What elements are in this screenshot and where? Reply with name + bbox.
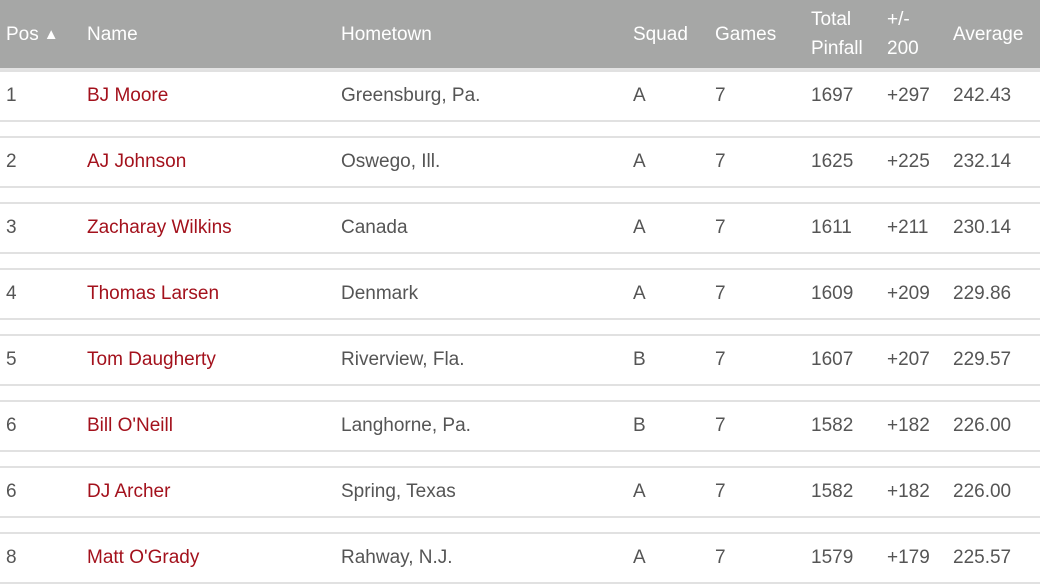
hometown-cell: Langhorne, Pa.	[341, 415, 471, 436]
squad-cell: A	[633, 547, 646, 568]
sort-ascending-icon: ▲	[43, 25, 59, 43]
pos-cell: 3	[6, 217, 17, 238]
player-name-link[interactable]: DJ Archer	[87, 468, 170, 516]
player-name-link[interactable]: Matt O'Grady	[87, 534, 199, 582]
squad-cell: B	[633, 415, 646, 436]
squad-cell: A	[633, 85, 646, 106]
plus-minus-cell: +209	[887, 283, 930, 304]
average-cell: 232.14	[953, 151, 1012, 172]
column-header-hometown[interactable]: Hometown	[341, 0, 432, 68]
total-pinfall-cell: 1582	[811, 481, 854, 502]
table-row: 8 Matt O'Grady Rahway, N.J. A 7 1579 +179 225.5…	[0, 532, 1040, 584]
column-header-games[interactable]: Games	[715, 0, 776, 68]
average-cell: 226.00	[953, 415, 1012, 436]
table-header: Pos ▲ Name Hometown Squad Games Total Pi…	[0, 0, 1040, 70]
player-name-link[interactable]: Bill O'Neill	[87, 402, 173, 450]
table-row: 5 Tom Daugherty Riverview, Fla. B 7 1607 +207 2…	[0, 334, 1040, 386]
standings-table: Pos ▲ Name Hometown Squad Games Total Pi…	[0, 0, 1040, 584]
table-row: 6 DJ Archer Spring, Texas A 7 1582 +182 226.00	[0, 466, 1040, 518]
hometown-cell: Spring, Texas	[341, 481, 456, 502]
pos-cell: 1	[6, 85, 17, 106]
games-cell: 7	[715, 85, 726, 106]
hometown-cell: Canada	[341, 217, 408, 238]
total-pinfall-header-label: Total Pinfall	[811, 5, 863, 63]
pos-cell: 2	[6, 151, 17, 172]
table-row: 3 Zacharay Wilkins Canada A 7 1611 +211 230.14	[0, 202, 1040, 254]
column-header-plus-minus[interactable]: +/- 200	[887, 0, 919, 68]
total-pinfall-cell: 1611	[811, 217, 852, 238]
games-cell: 7	[715, 481, 726, 502]
average-header-label: Average	[953, 23, 1024, 45]
games-cell: 7	[715, 217, 726, 238]
plus-minus-header-label: +/- 200	[887, 5, 919, 63]
table-row: 2 AJ Johnson Oswego, Ill. A 7 1625 +225 232.14	[0, 136, 1040, 188]
pm-header-line2: 200	[887, 38, 919, 59]
player-name-link[interactable]: BJ Moore	[87, 72, 168, 120]
plus-minus-cell: +225	[887, 151, 930, 172]
total-header-line2: Pinfall	[811, 38, 863, 59]
squad-header-label: Squad	[633, 23, 688, 45]
games-cell: 7	[715, 283, 726, 304]
hometown-cell: Riverview, Fla.	[341, 349, 465, 370]
column-header-average[interactable]: Average	[953, 0, 1023, 68]
hometown-cell: Greensburg, Pa.	[341, 85, 481, 106]
plus-minus-cell: +179	[887, 547, 930, 568]
pos-cell: 6	[6, 415, 17, 436]
squad-cell: A	[633, 151, 646, 172]
column-header-total-pinfall[interactable]: Total Pinfall	[811, 0, 863, 68]
player-name-link[interactable]: AJ Johnson	[87, 138, 186, 186]
total-pinfall-cell: 1582	[811, 415, 854, 436]
hometown-cell: Denmark	[341, 283, 419, 304]
pos-cell: 8	[6, 547, 17, 568]
squad-cell: A	[633, 217, 646, 238]
total-pinfall-cell: 1697	[811, 85, 854, 106]
column-header-pos[interactable]: Pos ▲	[6, 0, 59, 68]
total-pinfall-cell: 1609	[811, 283, 854, 304]
table-row: 1 BJ Moore Greensburg, Pa. A 7 1697 +297 242.43	[0, 70, 1040, 122]
games-header-label: Games	[715, 23, 777, 45]
average-cell: 230.14	[953, 217, 1012, 238]
games-cell: 7	[715, 415, 726, 436]
player-name-link[interactable]: Tom Daugherty	[87, 336, 216, 384]
pos-cell: 6	[6, 481, 17, 502]
player-name-link[interactable]: Thomas Larsen	[87, 270, 219, 318]
total-pinfall-cell: 1579	[811, 547, 854, 568]
squad-cell: A	[633, 481, 646, 502]
games-cell: 7	[715, 547, 726, 568]
name-header-label: Name	[87, 23, 138, 45]
table-row: 6 Bill O'Neill Langhorne, Pa. B 7 1582 +182 226…	[0, 400, 1040, 452]
plus-minus-cell: +207	[887, 349, 930, 370]
hometown-cell: Oswego, Ill.	[341, 151, 441, 172]
squad-cell: B	[633, 349, 646, 370]
player-name-link[interactable]: Zacharay Wilkins	[87, 204, 232, 252]
plus-minus-cell: +211	[887, 217, 929, 238]
plus-minus-cell: +182	[887, 481, 930, 502]
games-cell: 7	[715, 151, 726, 172]
column-header-name[interactable]: Name	[87, 0, 138, 68]
average-cell: 225.57	[953, 547, 1012, 568]
pos-header-label: Pos	[6, 23, 39, 45]
hometown-header-label: Hometown	[341, 23, 432, 45]
total-pinfall-cell: 1607	[811, 349, 854, 370]
average-cell: 229.57	[953, 349, 1012, 370]
games-cell: 7	[715, 349, 726, 370]
average-cell: 229.86	[953, 283, 1012, 304]
pm-header-line1: +/-	[887, 9, 910, 30]
plus-minus-cell: +297	[887, 85, 930, 106]
total-pinfall-cell: 1625	[811, 151, 854, 172]
hometown-cell: Rahway, N.J.	[341, 547, 453, 568]
total-header-line1: Total	[811, 9, 852, 30]
plus-minus-cell: +182	[887, 415, 930, 436]
squad-cell: A	[633, 283, 646, 304]
average-cell: 226.00	[953, 481, 1012, 502]
column-header-squad[interactable]: Squad	[633, 0, 688, 68]
pos-cell: 4	[6, 283, 17, 304]
pos-cell: 5	[6, 349, 17, 370]
average-cell: 242.43	[953, 85, 1012, 106]
table-row: 4 Thomas Larsen Denmark A 7 1609 +209 229.86	[0, 268, 1040, 320]
